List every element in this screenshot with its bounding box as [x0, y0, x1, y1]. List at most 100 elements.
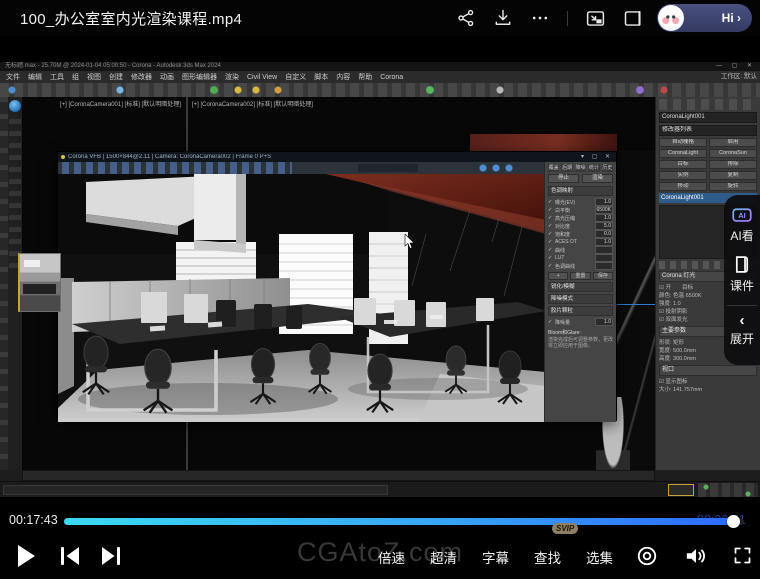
vfb-denoise-row[interactable]: 降噪量 1.0	[548, 318, 613, 326]
max-menu-item[interactable]: 渲染	[225, 72, 239, 82]
viewport-right-label[interactable]: [+] [CoronaCamera002] [标准] [默认明暗处理]	[192, 99, 313, 108]
player-menu-button[interactable]: 查找	[534, 547, 561, 567]
vfb-small-button[interactable]: 重置	[570, 272, 590, 280]
vfb-toolbar[interactable]	[58, 162, 546, 174]
vfb-tonemapping-header[interactable]: 色调映射	[548, 186, 613, 196]
modifier-list-dropdown[interactable]: 修改器列表	[659, 125, 757, 136]
status-selected-box[interactable]	[668, 484, 694, 496]
max-menu-item[interactable]: 动画	[160, 72, 174, 82]
vfb-titlebar[interactable]: Corona VFB | 1500×844@2.11 | Camera: Cor…	[58, 152, 616, 162]
vfb-action-button[interactable]: 渲染	[582, 174, 613, 183]
side-panel-divider	[727, 305, 757, 306]
max-menu-item[interactable]: 修改器	[131, 72, 152, 82]
command-button[interactable]: 实例	[659, 171, 707, 180]
ai-watch-button[interactable]: AI AI看	[730, 207, 753, 244]
scene-explorer-rows[interactable]	[9, 119, 21, 269]
player-menu-button[interactable]: 字幕	[482, 547, 509, 567]
vfb-section-header[interactable]: 降噪模式	[548, 294, 613, 304]
vfb-setting-row[interactable]: 饱和度 0.0	[548, 230, 613, 238]
max-menu-item[interactable]: 内容	[336, 72, 350, 82]
max-menu-item[interactable]: Corona	[380, 74, 403, 81]
max-menu-item[interactable]: 帮助	[358, 72, 372, 82]
command-button[interactable]: 旋转	[709, 182, 757, 191]
animation-controls[interactable]	[698, 483, 758, 497]
vfb-settings-tab[interactable]: 统计	[588, 164, 599, 172]
max-window-controls[interactable]: — ▢ ✕	[716, 62, 756, 71]
max-menu-item[interactable]: 脚本	[314, 72, 328, 82]
pip-icon[interactable]	[583, 6, 607, 30]
command-button[interactable]: CoronaLight	[659, 149, 707, 158]
max-menu-item[interactable]: 工具	[50, 72, 64, 82]
share-icon[interactable]	[454, 6, 478, 30]
player-menu-button[interactable]: 选集	[586, 547, 613, 567]
vfb-action-button[interactable]: 停止	[548, 174, 579, 183]
max-menu-item[interactable]: 编辑	[28, 72, 42, 82]
vfb-section-header[interactable]: 胶片颗粒	[548, 306, 613, 316]
fullscreen-icon[interactable]	[732, 545, 754, 567]
vfb-setting-row[interactable]: 色调曲线	[548, 262, 613, 270]
vfb-setting-row[interactable]: ACES OT 1.0	[548, 238, 613, 246]
vfb-section-header[interactable]: 锐化/模糊	[548, 282, 613, 292]
command-button[interactable]: 启用	[709, 138, 757, 147]
player-menu-button[interactable]: 超清	[430, 547, 457, 567]
max-menu-item[interactable]: 组	[72, 72, 79, 82]
max-menu-item[interactable]: 创建	[109, 72, 123, 82]
download-icon[interactable]	[491, 6, 515, 30]
viewport-camera-line	[617, 304, 655, 305]
viewport-thumbnail[interactable]	[18, 253, 61, 312]
next-episode-button[interactable]	[99, 545, 123, 567]
user-avatar-pill[interactable]: Hi ›	[657, 4, 752, 32]
vfb-small-button[interactable]: +	[548, 272, 568, 280]
corona-vfb-window[interactable]: Corona VFB | 1500×844@2.11 | Camera: Cor…	[57, 151, 617, 421]
vfb-settings-tab[interactable]: 覆盖	[548, 164, 559, 172]
status-hint-field[interactable]	[3, 485, 388, 495]
previous-episode-button[interactable]	[58, 545, 82, 567]
rollout-header[interactable]: 视口	[659, 365, 757, 376]
viewport-left-label[interactable]: [+] [CoronaCamera001] [标准] [默认明暗处理]	[60, 99, 181, 108]
vfb-window-controls[interactable]: ▾ ▢ ✕	[581, 152, 613, 162]
max-left-ribbon[interactable]	[0, 97, 8, 470]
vfb-settings-tab[interactable]: 后期	[561, 164, 572, 172]
courseware-button[interactable]: 课件	[730, 255, 754, 294]
vfb-setting-row[interactable]: LUT	[548, 254, 613, 262]
max-menu-item[interactable]: 文件	[6, 72, 20, 82]
vfb-settings-tab[interactable]: 降噪	[575, 164, 586, 172]
command-button[interactable]: 自动栅格	[659, 138, 707, 147]
max-menu-item[interactable]: Civil View	[247, 74, 277, 81]
play-button[interactable]	[18, 545, 35, 567]
max-track-bar[interactable]	[22, 470, 655, 481]
viewport-red-ceiling	[470, 134, 617, 151]
command-panel-tabs[interactable]	[659, 99, 757, 110]
vfb-note-text: 渲染完成后可调整参数，更改将立即应用于图像。	[548, 337, 613, 349]
command-button[interactable]: 目标	[659, 160, 707, 169]
max-menu-item[interactable]: 自定义	[285, 72, 306, 82]
vfb-small-button[interactable]: 保存	[593, 272, 613, 280]
command-button[interactable]: 复制	[709, 171, 757, 180]
rollout-row[interactable]: 大小: 141.757mm	[659, 386, 757, 394]
vfb-setting-row[interactable]: 曲线	[548, 246, 613, 254]
rollout-row[interactable]: ☑ 显示图标	[659, 378, 757, 386]
volume-icon[interactable]	[684, 545, 706, 567]
max-main-toolbar[interactable]	[0, 83, 760, 98]
vfb-settings-panel: 覆盖后期降噪统计历史 停止渲染 色调映射 曝光(EV) 1.0 白平衡	[544, 162, 616, 422]
more-icon[interactable]	[528, 6, 552, 30]
seek-bar[interactable]	[64, 518, 744, 525]
max-menu-item[interactable]: 图形编辑器	[182, 72, 217, 82]
courseware-label: 课件	[730, 277, 754, 294]
expand-button[interactable]: ‹ 展开	[730, 315, 754, 347]
seek-knob[interactable]	[727, 515, 740, 528]
vfb-settings-tab[interactable]: 历史	[602, 164, 613, 172]
command-button[interactable]: 移动	[659, 182, 707, 191]
max-menu-item[interactable]: 视图	[87, 72, 101, 82]
object-name-field[interactable]: CoronaLight001	[659, 112, 757, 123]
mini-player-icon[interactable]	[620, 6, 644, 30]
skip-settings-icon[interactable]	[636, 545, 658, 567]
max-workspace-label[interactable]: 工作区: 默认	[721, 71, 757, 83]
vfb-setting-row[interactable]: 曝光(EV) 1.0	[548, 198, 613, 206]
player-menu-button[interactable]: 倍速	[378, 547, 405, 567]
command-button[interactable]: CoronaSun	[709, 149, 757, 158]
vfb-setting-row[interactable]: 白平衡 6500K	[548, 206, 613, 214]
vfb-setting-row[interactable]: 对比度 5.0	[548, 222, 613, 230]
vfb-setting-row[interactable]: 高光压缩 1.0	[548, 214, 613, 222]
command-button[interactable]: 排除	[709, 160, 757, 169]
